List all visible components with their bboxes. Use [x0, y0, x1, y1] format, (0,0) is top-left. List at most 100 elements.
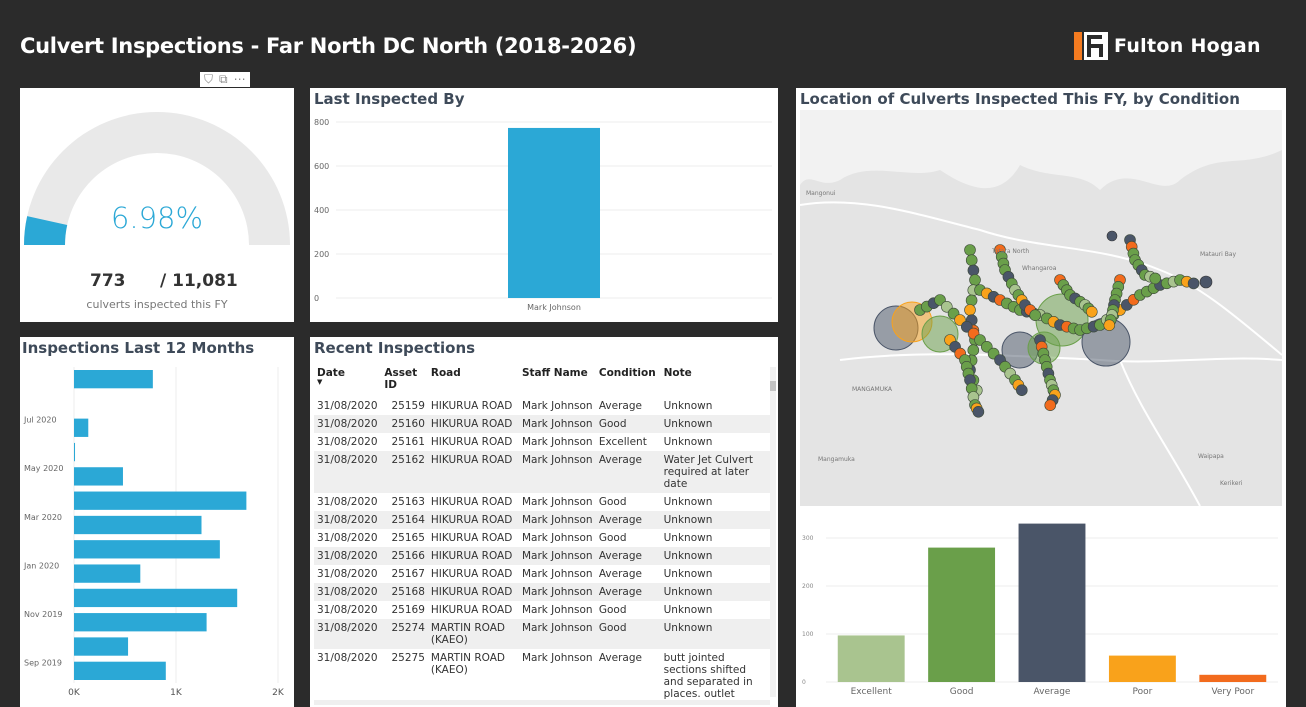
cell-asset-id: 25165: [391, 532, 425, 544]
table-row[interactable]: 31/08/2020 25159 HIKURUA ROAD Mark Johnson A…: [314, 397, 772, 415]
table-row[interactable]: 31/08/2020 25274 MARTIN ROAD (KAEO) Mark Jo…: [314, 619, 772, 649]
cell-road: HIKURUA ROAD: [430, 436, 513, 448]
cell-staff: Mark Johnson: [521, 652, 593, 664]
cell-note: Unknown: [663, 532, 713, 544]
cell-date: 31/08/2020: [314, 511, 382, 529]
table-row[interactable]: 31/08/2020 25168 HIKURUA ROAD Mark Johnson A…: [314, 583, 772, 601]
cell-date: 31/08/2020: [317, 532, 378, 544]
y-tick-label: 0: [314, 294, 319, 303]
cell-date: 31/08/2020: [317, 568, 378, 580]
cell-asset-id: 25163: [391, 496, 425, 508]
focus-mode-icon[interactable]: ⧉: [219, 72, 228, 87]
table-row[interactable]: 31/08/2020 25165 HIKURUA ROAD Mark Johnson G…: [314, 529, 772, 547]
table-row[interactable]: 31/08/2020 25167 HIKURUA ROAD Mark Johnson A…: [314, 565, 772, 583]
cell-staff: Mark Johnson: [521, 604, 593, 616]
x-tick-label: Very Poor: [1211, 687, 1254, 697]
bar: [1018, 523, 1086, 682]
cell-note: Unknown: [660, 619, 772, 649]
cell-staff: Mark Johnson: [518, 619, 596, 649]
cell-date: 31/08/2020: [314, 619, 382, 649]
cell-date: 31/08/2020: [317, 436, 378, 448]
bar: [74, 661, 166, 680]
recent-title: Recent Inspections: [314, 339, 476, 357]
cell-date: 31/08/2020: [314, 547, 382, 565]
inspections-12-months-card[interactable]: Inspections Last 12 Months 0K 1K 2K Jul 202…: [20, 337, 294, 707]
map-culvert-marker: [964, 304, 976, 316]
cell-condition: Good: [598, 496, 627, 508]
map-culvert-marker: [969, 274, 981, 286]
bar: [1108, 655, 1176, 682]
table-row[interactable]: 31/08/2020 25169 HIKURUA ROAD Mark Johnson G…: [314, 601, 772, 619]
cell-condition: Good: [598, 604, 627, 616]
table-row[interactable]: 31/08/2020 25166 HIKURUA ROAD Mark Johnson A…: [314, 547, 772, 565]
cell-asset-id: 25275: [391, 652, 425, 664]
cell-condition: Average: [598, 400, 642, 412]
scrollbar-thumb[interactable]: [770, 381, 776, 391]
column-header[interactable]: Asset ID: [381, 365, 428, 397]
x-tick-label: Poor: [1132, 687, 1152, 697]
bar: [74, 491, 247, 510]
cell-staff: Mark Johnson: [518, 451, 596, 493]
y-tick-label: Sep 2019: [24, 659, 62, 668]
horizontal-scrollbar[interactable]: [314, 700, 770, 705]
cell-note: Unknown: [663, 604, 713, 616]
column-header-label: Asset ID: [384, 367, 418, 391]
cell-condition: Average: [595, 547, 661, 565]
column-header[interactable]: Staff Name: [519, 365, 596, 397]
y-tick-label: 200: [314, 250, 329, 259]
vertical-scrollbar[interactable]: [770, 367, 776, 697]
cell-asset-id: 25168: [381, 583, 428, 601]
column-header-label: Condition: [598, 367, 656, 379]
cell-staff: Mark Johnson: [518, 583, 596, 601]
condition-chart: 0 100 200 300 Excellent Good Average Poor Very P…: [802, 523, 1278, 697]
cell-road: HIKURUA ROAD: [430, 496, 513, 508]
column-header[interactable]: Date ▼: [314, 365, 381, 397]
cell-staff: Mark Johnson: [521, 568, 593, 580]
column-header[interactable]: Condition: [596, 365, 661, 397]
bar: [74, 637, 129, 656]
cell-condition: Average: [595, 583, 661, 601]
culvert-map[interactable]: Mangonui Totara North Whangaroa Matauri …: [800, 110, 1282, 506]
cell-road: HIKURUA ROAD: [427, 547, 519, 565]
column-header[interactable]: Note: [661, 365, 772, 397]
cell-road: HIKURUA ROAD: [430, 532, 513, 544]
table-row[interactable]: 31/08/2020 25160 HIKURUA ROAD Mark Johnson G…: [314, 415, 772, 433]
recent-inspections-card[interactable]: Recent Inspections Date ▼ Asset ID Road Staf…: [310, 337, 778, 707]
column-header[interactable]: Road: [428, 365, 519, 397]
cell-condition: Average: [598, 652, 642, 664]
cell-road: HIKURUA ROAD: [427, 583, 519, 601]
brand-logo: Fulton Hogan: [1074, 32, 1261, 60]
cell-note: Unknown: [660, 583, 772, 601]
table-row[interactable]: 31/08/2020 25161 HIKURUA ROAD Mark Johnson E…: [314, 433, 772, 451]
cell-asset-id: 25166: [381, 547, 428, 565]
map-culvert-marker: [965, 294, 978, 307]
fulton-hogan-logo-icon: [1074, 32, 1108, 60]
culvert-map-card[interactable]: Location of Culverts Inspected This FY, …: [796, 88, 1286, 707]
cell-road: HIKURUA ROAD: [427, 451, 519, 493]
gauge-card[interactable]: 6.98% 773 / 11,081 culverts inspected th…: [20, 88, 294, 322]
cell-note: Unknown: [663, 568, 713, 580]
cell-staff: Mark Johnson: [518, 511, 596, 529]
place-label: MANGAMUKA: [852, 386, 893, 393]
column-header-label: Note: [663, 367, 692, 379]
more-options-icon[interactable]: ⋯: [234, 72, 246, 87]
table-row[interactable]: 31/08/2020 25164 HIKURUA ROAD Mark Johnson A…: [314, 511, 772, 529]
place-label: Whangaroa: [1022, 265, 1057, 272]
cell-note: Unknown: [663, 436, 713, 448]
cell-road: HIKURUA ROAD: [430, 604, 513, 616]
map-culvert-marker: [972, 405, 985, 418]
cell-condition: Good: [595, 619, 661, 649]
table-row[interactable]: 31/08/2020 25163 HIKURUA ROAD Mark Johnson G…: [314, 493, 772, 511]
table-row[interactable]: 31/08/2020 25162 HIKURUA ROAD Mark Johnson A…: [314, 451, 772, 493]
y-tick-label: 200: [802, 583, 814, 590]
recent-inspections-table: Date ▼ Asset ID Road Staff Name Condition Note…: [314, 365, 772, 703]
filter-icon[interactable]: ⛉: [204, 72, 213, 87]
x-tick-label: 2K: [272, 688, 285, 698]
map-culvert-marker: [1199, 275, 1213, 289]
place-label: Mangamuka: [818, 456, 855, 463]
map-culvert-marker: [1103, 319, 1116, 331]
last-inspected-card[interactable]: Last Inspected By 0 200 400 600 800 Mark John…: [310, 88, 778, 322]
cell-note: Unknown: [660, 511, 772, 529]
table-row[interactable]: 31/08/2020 25275 MARTIN ROAD (KAEO) Mark Jo…: [314, 649, 772, 703]
x-tick-label: Good: [950, 687, 974, 697]
